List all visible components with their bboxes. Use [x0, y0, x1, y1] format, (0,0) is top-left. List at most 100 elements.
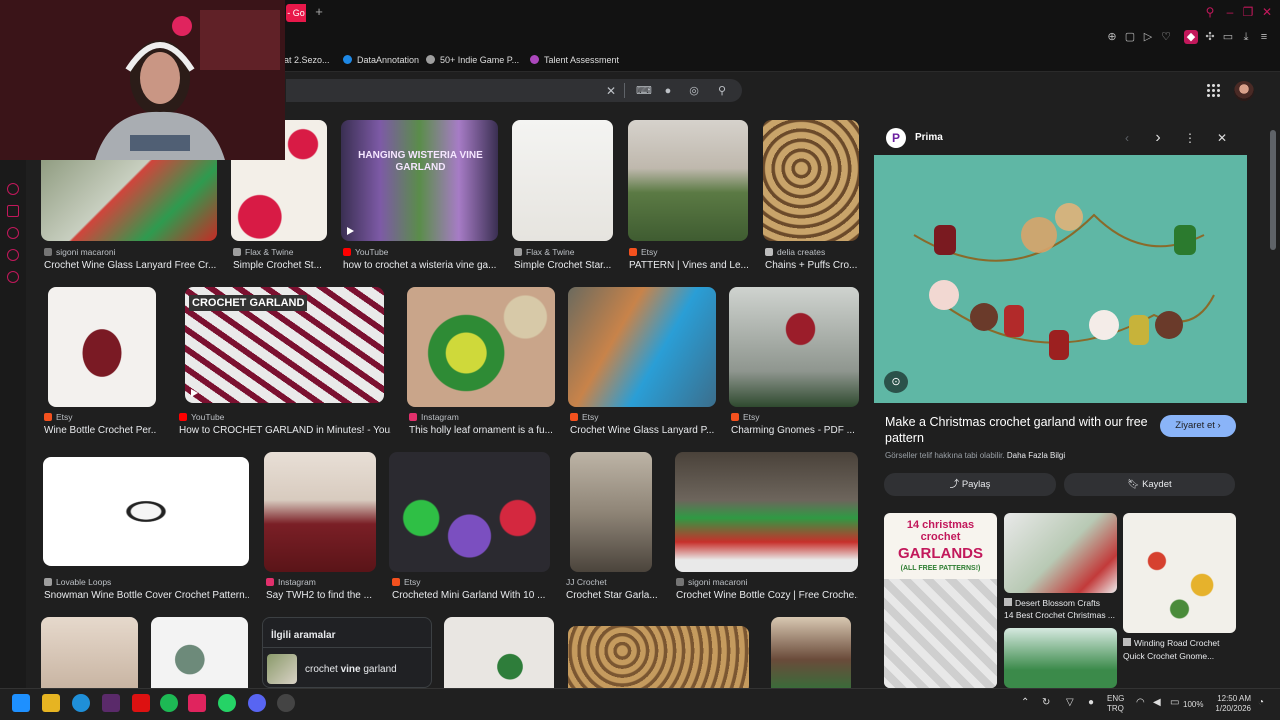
spotify-icon[interactable]	[160, 694, 178, 712]
sidebar-icon[interactable]	[7, 205, 19, 217]
extension-icon[interactable]: ◆	[1184, 30, 1198, 44]
microphone-icon[interactable]: ●	[1088, 697, 1094, 708]
shield-icon[interactable]: ▽	[1066, 697, 1074, 708]
result-caption[interactable]: Crochet Wine Bottle Cozy | Free Croche..…	[676, 589, 858, 602]
scrollbar[interactable]	[1270, 130, 1276, 250]
result-thumbnail[interactable]	[763, 120, 859, 241]
result-caption[interactable]: Crochet Wine Glass Lanyard Free Cr...	[44, 259, 216, 272]
new-tab-button[interactable]: +	[312, 4, 326, 20]
result-caption[interactable]: Wine Bottle Crochet Per...	[44, 424, 156, 437]
result-thumbnail[interactable]	[444, 617, 554, 688]
result-thumbnail[interactable]	[41, 617, 138, 688]
lens-search-icon[interactable]: ⊙	[884, 371, 908, 393]
related-image[interactable]	[1004, 628, 1117, 688]
language-indicator[interactable]: ENG TRQ	[1107, 694, 1124, 714]
result-caption[interactable]: Simple Crochet Star...	[514, 259, 613, 272]
result-thumbnail[interactable]	[48, 287, 156, 407]
result-caption[interactable]: PATTERN | Vines and Le...	[629, 259, 748, 272]
bookmark-item[interactable]: DataAnnotation	[343, 53, 419, 67]
sidebar-icon[interactable]	[7, 183, 19, 195]
puzzle-icon[interactable]: ✣	[1203, 30, 1217, 44]
wifi-icon[interactable]: ◠	[1136, 697, 1145, 708]
settings-icon[interactable]	[7, 271, 19, 283]
search-icon[interactable]: ⚲	[715, 84, 729, 98]
camera-lens-icon[interactable]: ◎	[687, 84, 701, 98]
result-thumbnail[interactable]	[568, 287, 716, 407]
result-caption[interactable]: This holly leaf ornament is a fu...	[409, 424, 555, 437]
edge-icon[interactable]	[72, 694, 90, 712]
minimize-icon[interactable]: –	[1222, 4, 1238, 20]
app-icon[interactable]	[132, 694, 150, 712]
result-caption[interactable]: Charming Gnomes - PDF ...	[731, 424, 857, 437]
related-image[interactable]: 14 christmas crochet GARLANDS (ALL FREE …	[884, 513, 997, 688]
save-button[interactable]: 🔖︎ Kaydet	[1064, 473, 1235, 496]
file-explorer-icon[interactable]	[42, 694, 60, 712]
result-thumbnail[interactable]: HANGING WISTERIA VINE GARLAND	[341, 120, 498, 241]
visit-button[interactable]: Ziyaret et ›	[1160, 415, 1236, 437]
close-icon[interactable]: ✕	[1214, 130, 1230, 146]
result-thumbnail[interactable]	[729, 287, 859, 407]
result-caption[interactable]: Crochet Wine Glass Lanyard P...	[570, 424, 716, 437]
previous-icon[interactable]: ‹	[1119, 130, 1135, 146]
result-thumbnail[interactable]	[407, 287, 555, 407]
apps-grid-icon[interactable]	[1207, 84, 1221, 98]
search-icon[interactable]: ⚲	[1202, 4, 1218, 20]
result-thumbnail[interactable]	[570, 452, 652, 572]
result-thumbnail[interactable]: CROCHET GARLAND	[185, 287, 384, 403]
next-icon[interactable]: ›	[1150, 130, 1166, 146]
learn-more-link[interactable]: Daha Fazla Bilgi	[1007, 451, 1065, 460]
clock[interactable]: 12:50 AM 1/20/2026	[1213, 694, 1251, 714]
site-name[interactable]: Prima	[915, 132, 943, 143]
preview-title[interactable]: Make a Christmas crochet garland with ou…	[885, 414, 1150, 446]
whatsapp-icon[interactable]	[218, 694, 236, 712]
pin-icon[interactable]: ⊕	[1105, 30, 1119, 44]
result-thumbnail[interactable]	[389, 452, 550, 572]
result-caption[interactable]: Snowman Wine Bottle Cover Crochet Patter…	[44, 589, 249, 602]
result-caption[interactable]: Say TWH2 to find the ...	[266, 589, 376, 602]
refresh-icon[interactable]: ↻	[1042, 697, 1050, 708]
microphone-icon[interactable]: ●	[661, 84, 675, 98]
result-thumbnail[interactable]	[771, 617, 851, 688]
result-caption[interactable]: Crocheted Mini Garland With 10 ...	[392, 589, 550, 602]
windows-start-icon[interactable]	[12, 694, 30, 712]
result-caption[interactable]: how to crochet a wisteria vine ga...	[343, 259, 498, 272]
result-thumbnail[interactable]	[264, 452, 376, 572]
related-search-item[interactable]: crochet vine garland	[305, 664, 397, 675]
sidebar-icon[interactable]	[7, 249, 19, 261]
preview-image[interactable]	[874, 155, 1247, 403]
share-button[interactable]: ⤴ Paylaş	[884, 473, 1056, 496]
bookmark-item[interactable]: 50+ Indie Game P...	[426, 53, 519, 67]
battery-icon[interactable]: ▭	[1170, 697, 1179, 708]
play-icon[interactable]: ▷	[1141, 30, 1155, 44]
app-icon[interactable]	[277, 694, 295, 712]
related-image[interactable]	[1123, 513, 1236, 633]
result-thumbnail[interactable]	[43, 457, 249, 566]
maximize-icon[interactable]: ❐	[1240, 4, 1256, 20]
app-icon[interactable]	[188, 694, 206, 712]
bookmark-item[interactable]: at 2.Sezo...	[284, 53, 330, 67]
download-icon[interactable]: ⤓	[1239, 30, 1253, 44]
result-caption[interactable]: How to CROCHET GARLAND in Minutes! - You…	[179, 424, 391, 437]
keyboard-icon[interactable]: ⌨	[636, 84, 652, 98]
result-caption[interactable]: Quick Crochet Gnome...	[1123, 651, 1214, 661]
related-image[interactable]	[1004, 513, 1117, 593]
app-icon[interactable]	[102, 694, 120, 712]
close-window-icon[interactable]: ✕	[1259, 4, 1275, 20]
result-thumbnail[interactable]	[512, 120, 613, 241]
heart-icon[interactable]: ♡	[1159, 30, 1173, 44]
notification-icon[interactable]: ◔	[1258, 697, 1264, 708]
clear-icon[interactable]: ✕	[604, 84, 618, 98]
menu-icon[interactable]: ≡	[1257, 30, 1271, 44]
wallet-icon[interactable]: ▭	[1221, 30, 1235, 44]
result-thumbnail[interactable]	[568, 626, 749, 688]
more-options-icon[interactable]: ⋮	[1182, 130, 1198, 146]
result-thumbnail[interactable]	[628, 120, 748, 241]
result-caption[interactable]: Simple Crochet St...	[233, 259, 327, 272]
volume-icon[interactable]: ◀	[1153, 697, 1161, 708]
result-thumbnail[interactable]	[151, 617, 248, 688]
avatar[interactable]	[1234, 81, 1254, 101]
related-thumbnail[interactable]	[267, 654, 297, 684]
result-caption[interactable]: 14 Best Crochet Christmas ...	[1004, 610, 1115, 620]
discord-icon[interactable]	[248, 694, 266, 712]
screenshot-icon[interactable]: ▢	[1123, 30, 1137, 44]
